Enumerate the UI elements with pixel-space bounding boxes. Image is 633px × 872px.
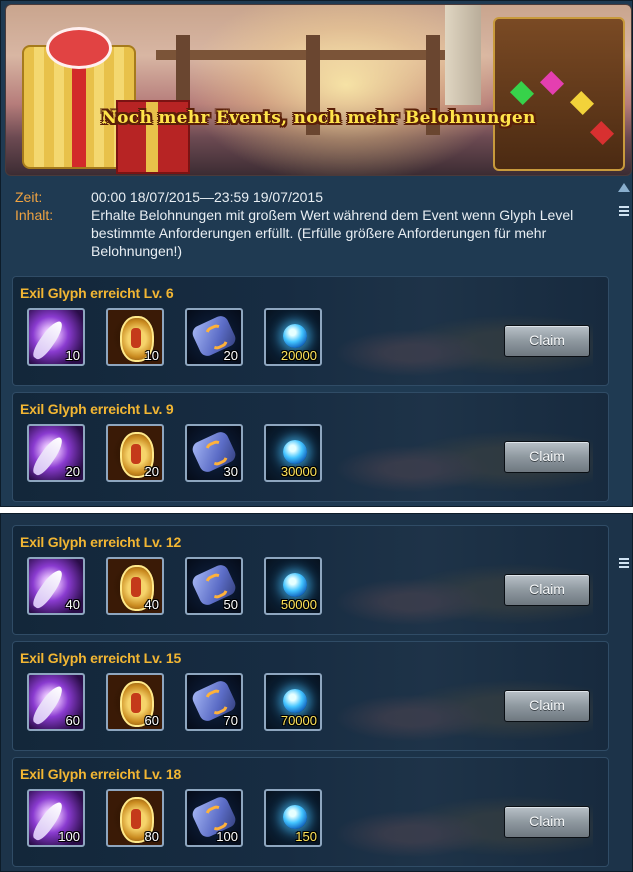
event-panel-top: Noch mehr Events, noch mehr Belohnungen … [0, 0, 633, 507]
item-quantity: 70 [223, 713, 238, 728]
reward-items: 60 60 70 70000 [27, 673, 343, 731]
orb-icon [283, 324, 307, 348]
orb-icon [283, 805, 307, 829]
reward-item-slot[interactable]: 40 [106, 557, 164, 615]
orb-icon [283, 440, 307, 464]
reward-items: 40 40 50 50000 [27, 557, 343, 615]
item-quantity: 40 [144, 597, 159, 612]
reward-item-slot[interactable]: 150 [264, 789, 322, 847]
reward-tier-card: Exil Glyph erreicht Lv. 15 60 60 70 70000 Cla… [12, 641, 609, 751]
reward-items: 100 80 100 150 [27, 789, 343, 847]
item-quantity: 10 [65, 348, 80, 363]
item-quantity: 60 [65, 713, 80, 728]
claim-button[interactable]: Claim [504, 806, 590, 838]
content-label: Inhalt: [15, 207, 54, 223]
content-value: Erhalte Belohnungen mit großem Wert währ… [91, 207, 574, 259]
claim-button[interactable]: Claim [504, 441, 590, 473]
time-label: Zeit: [15, 189, 43, 205]
scroll-up-arrow-icon[interactable] [618, 183, 630, 192]
reward-items: 20 20 30 30000 [27, 424, 343, 482]
item-quantity: 20 [223, 348, 238, 363]
reward-tier-card: Exil Glyph erreicht Lv. 9 20 20 30 30000 Clai… [12, 392, 609, 502]
reward-items: 10 10 20 20000 [27, 308, 343, 366]
reward-item-slot[interactable]: 10 [106, 308, 164, 366]
item-quantity: 40 [65, 597, 80, 612]
reward-tier-title: Exil Glyph erreicht Lv. 6 [20, 285, 174, 301]
banner-pillar [445, 5, 481, 105]
reward-item-slot[interactable]: 10 [27, 308, 85, 366]
time-value: 00:00 18/07/2015—23:59 19/07/2015 [91, 189, 323, 205]
feather-icon [29, 317, 67, 363]
reward-item-slot[interactable]: 50000 [264, 557, 322, 615]
reward-item-slot[interactable]: 30000 [264, 424, 322, 482]
item-quantity: 100 [58, 829, 80, 844]
item-quantity: 30000 [280, 464, 317, 479]
reward-tier-title: Exil Glyph erreicht Lv. 12 [20, 534, 182, 550]
orb-icon [283, 689, 307, 713]
reward-item-slot[interactable]: 50 [185, 557, 243, 615]
reward-item-slot[interactable]: 20 [106, 424, 164, 482]
reward-tier-title: Exil Glyph erreicht Lv. 9 [20, 401, 174, 417]
item-quantity: 80 [144, 829, 159, 844]
event-info: Zeit: 00:00 18/07/2015—23:59 19/07/2015 … [15, 188, 610, 260]
reward-item-slot[interactable]: 20 [185, 308, 243, 366]
scrollbar-grip[interactable] [619, 558, 629, 568]
reward-item-slot[interactable]: 100 [185, 789, 243, 847]
reward-item-slot[interactable]: 70000 [264, 673, 322, 731]
claim-button[interactable]: Claim [504, 574, 590, 606]
item-quantity: 60 [144, 713, 159, 728]
event-content-row: Inhalt: Erhalte Belohnungen mit großem W… [15, 206, 610, 260]
reward-item-slot[interactable]: 60 [27, 673, 85, 731]
reward-item-slot[interactable]: 80 [106, 789, 164, 847]
claim-button[interactable]: Claim [504, 325, 590, 357]
banner-title: Noch mehr Events, noch mehr Belohnungen [101, 108, 536, 128]
item-quantity: 30 [223, 464, 238, 479]
feather-icon [29, 433, 67, 479]
reward-item-slot[interactable]: 100 [27, 789, 85, 847]
item-quantity: 20 [144, 464, 159, 479]
reward-item-slot[interactable]: 20000 [264, 308, 322, 366]
reward-tier-title: Exil Glyph erreicht Lv. 15 [20, 650, 182, 666]
item-quantity: 100 [216, 829, 238, 844]
scrollbar-grip[interactable] [619, 206, 629, 216]
feather-icon [29, 682, 67, 728]
event-time-row: Zeit: 00:00 18/07/2015—23:59 19/07/2015 [15, 188, 610, 206]
item-quantity: 20000 [280, 348, 317, 363]
reward-item-slot[interactable]: 20 [27, 424, 85, 482]
reward-tier-card: Exil Glyph erreicht Lv. 6 10 10 20 20000 Clai… [12, 276, 609, 386]
item-quantity: 50000 [280, 597, 317, 612]
item-quantity: 10 [144, 348, 159, 363]
item-quantity: 20 [65, 464, 80, 479]
reward-tier-card: Exil Glyph erreicht Lv. 12 40 40 50 50000 Cla… [12, 525, 609, 635]
feather-icon [29, 566, 67, 612]
claim-button[interactable]: Claim [504, 690, 590, 722]
item-quantity: 70000 [280, 713, 317, 728]
item-quantity: 150 [295, 829, 317, 844]
event-panel-bottom: Exil Glyph erreicht Lv. 12 40 40 50 50000 Cla… [0, 513, 633, 872]
reward-item-slot[interactable]: 60 [106, 673, 164, 731]
reward-item-slot[interactable]: 30 [185, 424, 243, 482]
reward-item-slot[interactable]: 70 [185, 673, 243, 731]
item-quantity: 50 [223, 597, 238, 612]
reward-tier-title: Exil Glyph erreicht Lv. 18 [20, 766, 182, 782]
gift-bow-icon [46, 27, 112, 69]
event-banner: Noch mehr Events, noch mehr Belohnungen [5, 4, 632, 176]
reward-item-slot[interactable]: 40 [27, 557, 85, 615]
orb-icon [283, 573, 307, 597]
reward-tier-card: Exil Glyph erreicht Lv. 18 100 80 100 150 Cla… [12, 757, 609, 867]
